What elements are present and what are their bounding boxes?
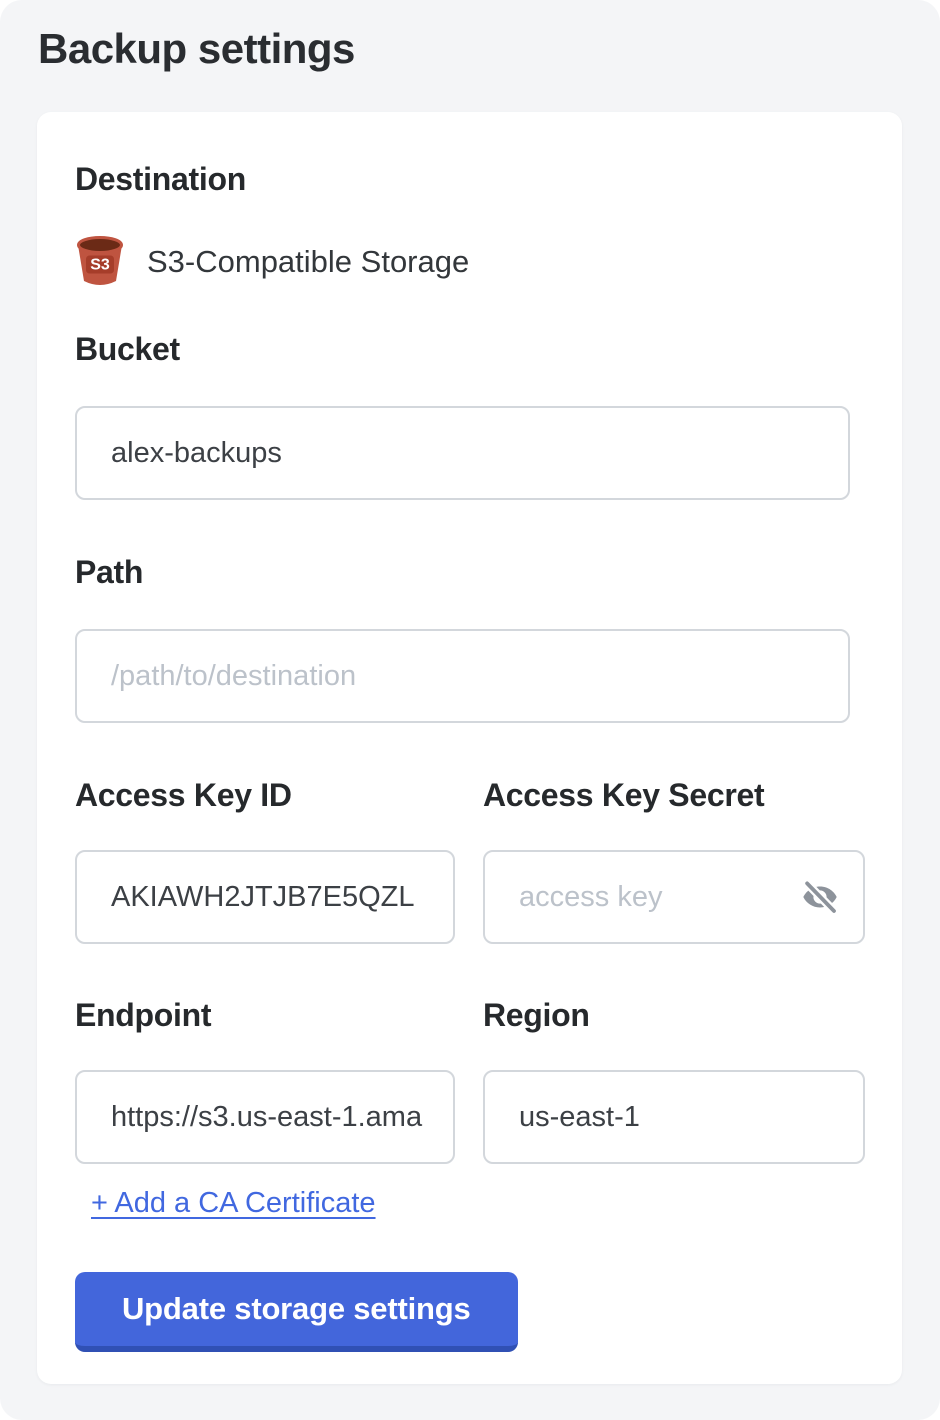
region-input[interactable] [483, 1070, 865, 1164]
access-key-inputs-row [75, 850, 864, 944]
destination-value: S3-Compatible Storage [147, 244, 469, 280]
toggle-secret-visibility-button[interactable] [797, 874, 843, 920]
svg-text:S3: S3 [90, 257, 110, 274]
ca-certificate-link-row: + Add a CA Certificate [75, 1186, 864, 1220]
access-key-labels-row: Access Key ID Access Key Secret [75, 778, 864, 812]
destination-label: Destination [75, 162, 864, 196]
access-key-secret-label: Access Key Secret [483, 778, 865, 812]
settings-card: Destination S3 S3-Compatible Storage Buc… [37, 112, 902, 1384]
bucket-label: Bucket [75, 332, 864, 366]
path-label: Path [75, 555, 864, 589]
page-title: Backup settings [38, 24, 355, 74]
endpoint-input[interactable] [75, 1070, 455, 1164]
endpoint-region-inputs-row [75, 1070, 864, 1164]
s3-bucket-icon: S3 [75, 236, 125, 288]
update-storage-settings-button[interactable]: Update storage settings [75, 1272, 518, 1352]
bucket-input[interactable] [75, 406, 850, 500]
eye-off-icon [798, 875, 842, 919]
access-key-id-input[interactable] [75, 850, 455, 944]
endpoint-region-labels-row: Endpoint Region [75, 998, 864, 1032]
access-key-id-label: Access Key ID [75, 778, 455, 812]
path-input[interactable] [75, 629, 850, 723]
backup-settings-screen: Backup settings Destination S3 S3-Compat… [0, 0, 940, 1420]
access-key-secret-field [483, 850, 865, 944]
endpoint-label: Endpoint [75, 998, 455, 1032]
add-ca-certificate-link[interactable]: + Add a CA Certificate [91, 1186, 376, 1220]
region-label: Region [483, 998, 865, 1032]
destination-value-row: S3 S3-Compatible Storage [75, 236, 864, 288]
